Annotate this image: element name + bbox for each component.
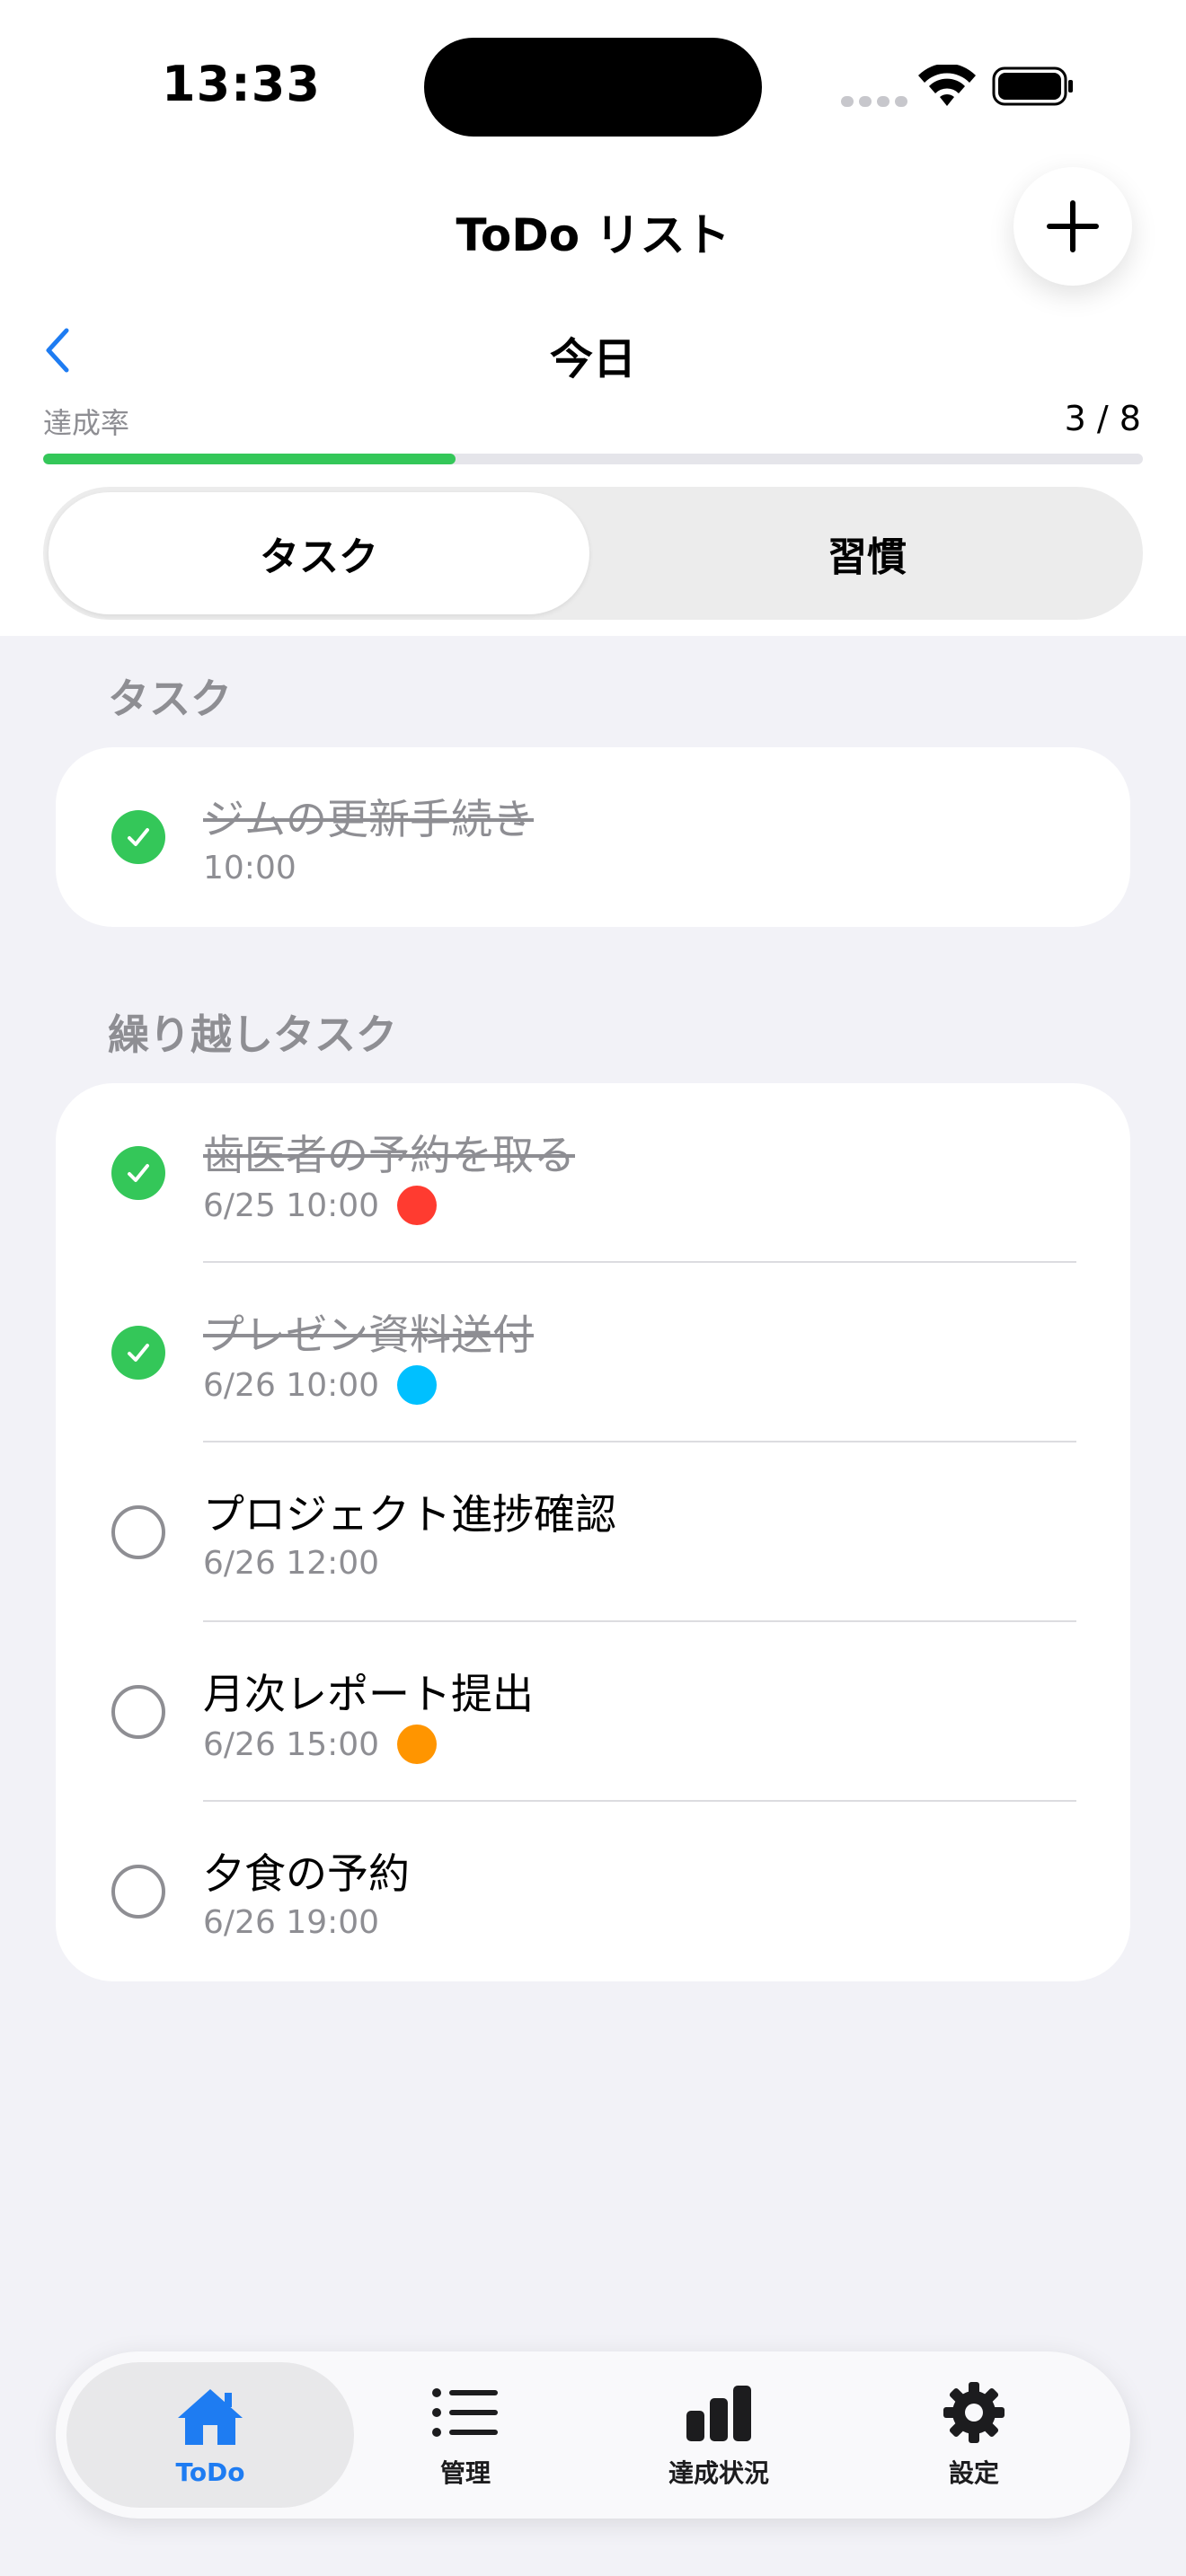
- checkmark-icon: [128, 1344, 149, 1362]
- task-time: 6/26 15:00: [203, 1725, 438, 1764]
- tab-bar: ToDo 管理 達成状況 設定: [56, 2351, 1130, 2519]
- segment-tasks[interactable]: タスク: [49, 492, 589, 614]
- task-time: 10:00: [203, 850, 296, 887]
- tab-manage[interactable]: 管理: [322, 2362, 609, 2508]
- tab-todo[interactable]: ToDo: [66, 2362, 354, 2508]
- progress-label: 達成率: [43, 406, 130, 440]
- task-title: プレゼン資料送付: [203, 1310, 534, 1359]
- task-row[interactable]: ジムの更新手続き 10:00: [56, 747, 1130, 927]
- task-card-carryover: 歯医者の予約を取る 6/25 10:00 プレゼン資料送付 6/26 10:00…: [56, 1083, 1130, 1981]
- color-tag: [397, 1365, 438, 1405]
- checkbox-empty[interactable]: [111, 1865, 165, 1919]
- task-time: 6/25 10:00: [203, 1186, 438, 1225]
- checkmark-icon: [128, 1164, 149, 1182]
- segment-habits[interactable]: 習慣: [597, 492, 1137, 614]
- chart-icon: [686, 2386, 751, 2441]
- task-title: 歯医者の予約を取る: [203, 1131, 575, 1179]
- battery-icon: [992, 66, 1073, 106]
- checkbox-done[interactable]: [111, 1146, 165, 1200]
- section-header-carryover: 繰り越しタスク: [108, 1010, 397, 1059]
- checkmark-icon: [128, 828, 149, 846]
- task-row[interactable]: プレゼン資料送付 6/26 10:00: [56, 1263, 1130, 1442]
- segmented-control: タスク 習慣: [43, 487, 1143, 620]
- progress-fill: [43, 454, 456, 464]
- page-title: ToDo リスト: [456, 209, 730, 261]
- wifi-icon: [918, 65, 976, 106]
- dynamic-island: [424, 38, 762, 137]
- house-icon: [178, 2388, 243, 2445]
- signal-icon: [841, 93, 913, 110]
- checkbox-empty[interactable]: [111, 1685, 165, 1739]
- task-time: 6/26 19:00: [203, 1904, 380, 1941]
- task-row[interactable]: 夕食の予約 6/26 19:00: [56, 1802, 1130, 1981]
- color-tag: [397, 1725, 438, 1764]
- task-card-today: ジムの更新手続き 10:00: [56, 747, 1130, 927]
- task-row[interactable]: 歯医者の予約を取る 6/25 10:00: [56, 1083, 1130, 1263]
- tab-progress[interactable]: 達成状況: [575, 2362, 863, 2508]
- task-title: 月次レポート提出: [203, 1670, 534, 1718]
- checkbox-done[interactable]: [111, 810, 165, 864]
- date-title: 今日: [549, 334, 636, 384]
- list-icon: [432, 2388, 498, 2437]
- task-time: 6/26 10:00: [203, 1365, 438, 1405]
- task-time: 6/26 12:00: [203, 1545, 380, 1582]
- gear-icon: [943, 2382, 1005, 2443]
- checkbox-empty[interactable]: [111, 1505, 165, 1559]
- checkbox-done[interactable]: [111, 1326, 165, 1380]
- task-row[interactable]: プロジェクト進捗確認 6/26 12:00: [56, 1442, 1130, 1622]
- tab-settings[interactable]: 設定: [830, 2362, 1118, 2508]
- progress-bar: [43, 454, 1143, 464]
- section-header-tasks: タスク: [108, 675, 232, 723]
- task-title: ジムの更新手続き: [203, 795, 534, 843]
- task-title: プロジェクト進捗確認: [203, 1490, 616, 1539]
- add-task-button[interactable]: [1013, 167, 1132, 286]
- color-tag: [397, 1186, 438, 1225]
- progress-count: 3 / 8: [1064, 399, 1141, 438]
- task-row[interactable]: 月次レポート提出 6/26 15:00: [56, 1622, 1130, 1802]
- task-title: 夕食の予約: [203, 1849, 410, 1898]
- plus-icon: [1047, 200, 1099, 252]
- status-time: 13:33: [162, 56, 321, 112]
